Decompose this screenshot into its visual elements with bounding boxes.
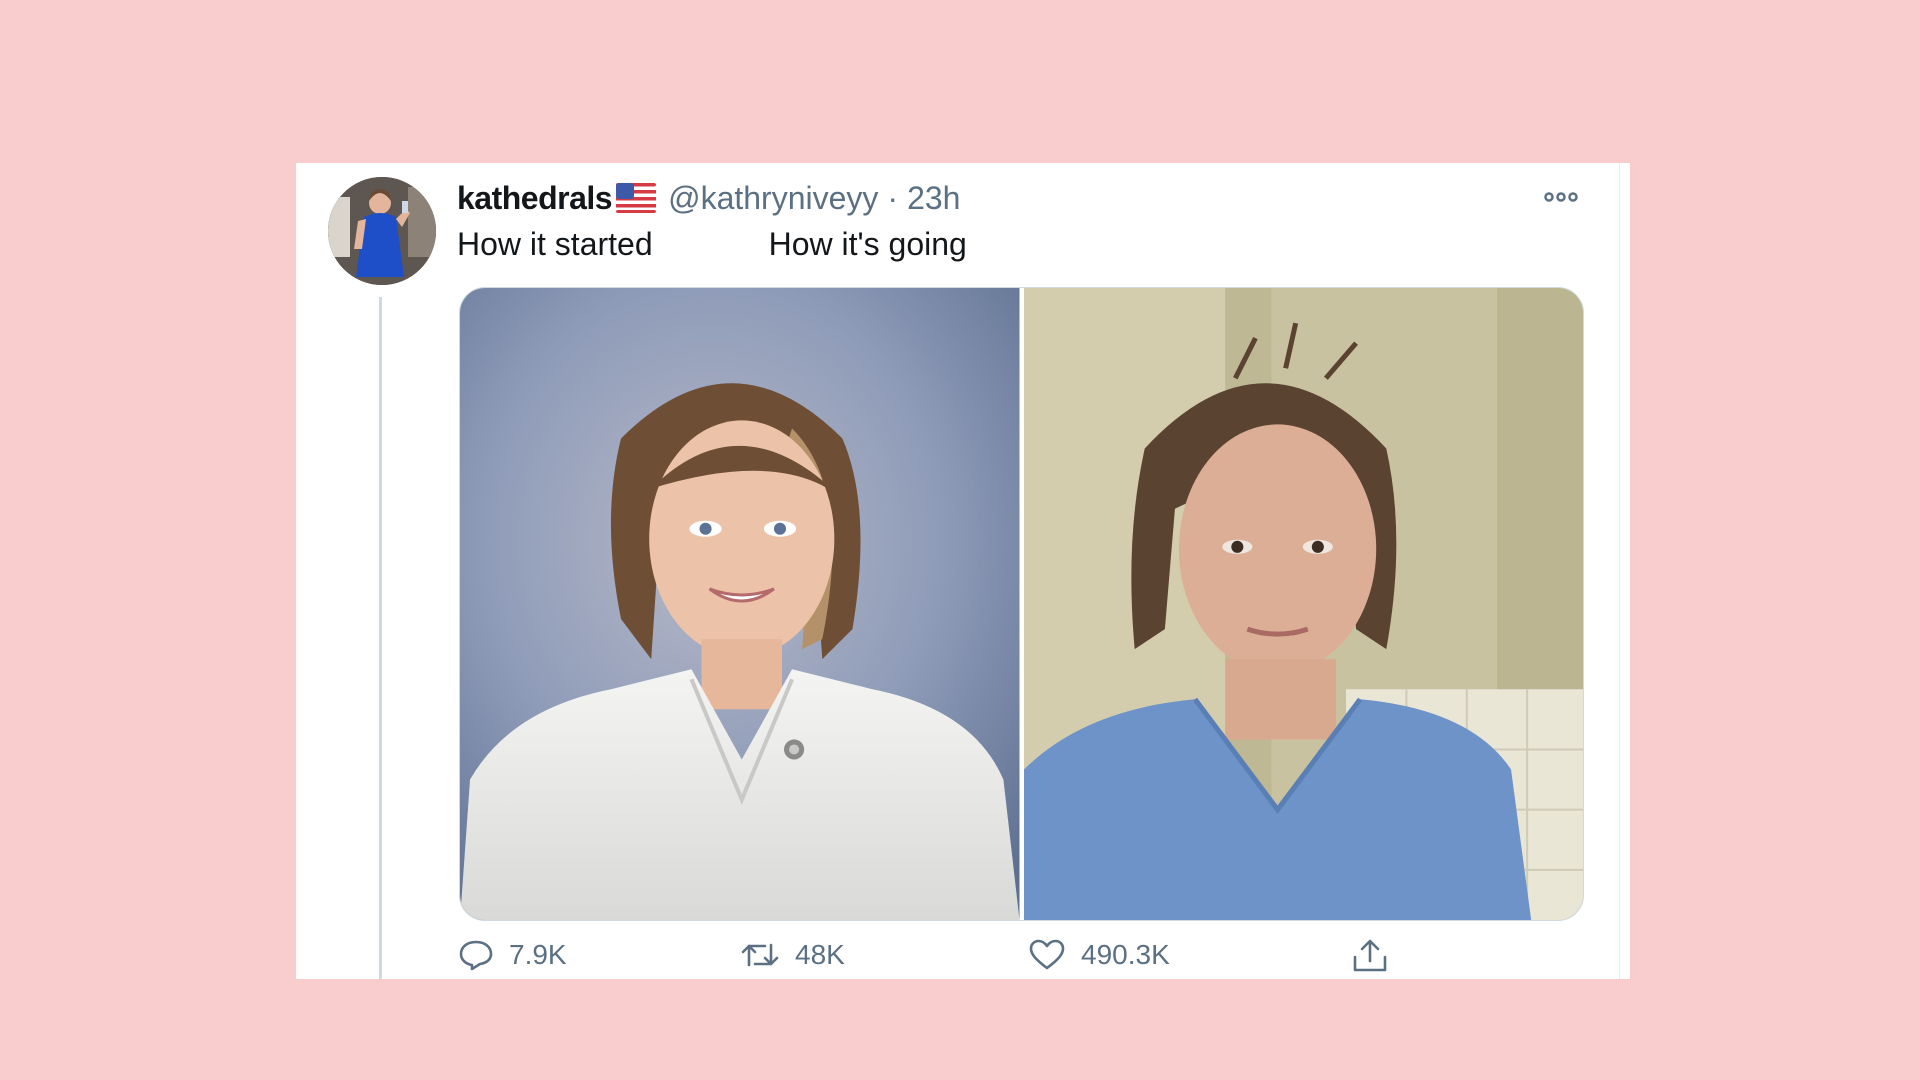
like-count: 490.3K (1081, 939, 1170, 970)
tweet-text-left: How it started (457, 226, 653, 262)
share-icon (1353, 939, 1387, 972)
media-grid[interactable] (459, 287, 1584, 921)
more-icon[interactable] (1541, 187, 1581, 207)
retweet-count: 48K (795, 939, 845, 970)
card-edge (1619, 163, 1620, 979)
display-name[interactable]: kathedrals (457, 176, 613, 220)
tweet-text-right: How it's going (768, 226, 967, 262)
like-action[interactable]: 490.3K (1029, 939, 1170, 971)
retweet-icon (741, 943, 779, 967)
like-icon (1029, 939, 1065, 970)
photo-left[interactable] (460, 288, 1020, 920)
tweet-header: kathedrals @kathryniveyy · 23h (457, 176, 960, 220)
avatar[interactable] (328, 177, 436, 285)
photo-right[interactable] (1023, 288, 1583, 920)
share-action[interactable] (1352, 939, 1404, 973)
tweet-card[interactable]: kathedrals @kathryniveyy · 23h How it st… (296, 163, 1630, 979)
handle[interactable]: @kathryniveyy (668, 176, 878, 220)
thread-line (379, 297, 382, 979)
reply-icon (459, 940, 493, 971)
reply-action[interactable]: 7.9K (459, 939, 567, 971)
action-bar: 7.9K 48K 490.3K (459, 939, 1459, 979)
us-flag-icon (616, 183, 657, 213)
timestamp[interactable]: 23h (907, 176, 960, 220)
separator-dot: · (887, 180, 899, 216)
retweet-action[interactable]: 48K (741, 939, 845, 971)
reply-count: 7.9K (509, 939, 567, 970)
tweet-text: How it started How it's going (457, 222, 967, 266)
